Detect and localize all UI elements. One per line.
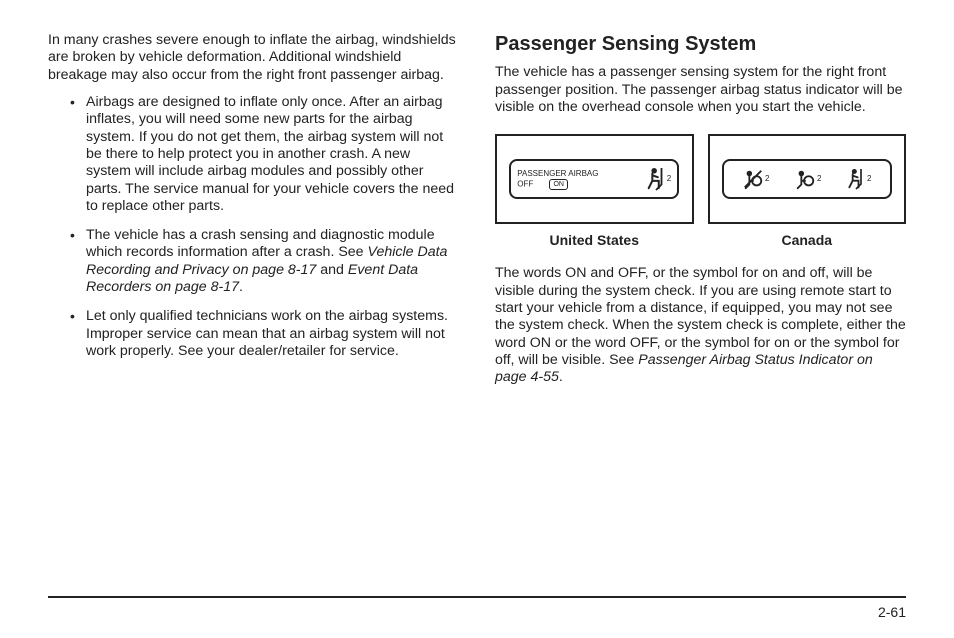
ca-sub-1: 2: [765, 174, 769, 184]
bullet-item-1: Airbags are designed to inflate only onc…: [70, 94, 459, 215]
seated-person-icon: [645, 166, 667, 192]
diagram-ca: 2 2: [708, 134, 907, 224]
ca-symbol-seat: 2: [846, 167, 871, 191]
indicator-panel-ca: 2 2: [722, 159, 892, 199]
page-number: 2-61: [878, 604, 906, 620]
intro-paragraph: In many crashes severe enough to inflate…: [48, 32, 459, 84]
bullet-list: Airbags are designed to inflate only onc…: [48, 94, 459, 360]
indicator-panel-us: PASSENGER AIRBAG OFF ON 2: [509, 159, 679, 199]
panel-us-text: PASSENGER AIRBAG OFF ON: [517, 169, 639, 190]
diagram-captions: United States Canada: [495, 232, 906, 249]
section-intro: The vehicle has a passenger sensing syst…: [495, 64, 906, 116]
bullet-item-3: Let only qualified technicians work on t…: [70, 308, 459, 360]
bullet-mid: and: [316, 262, 348, 278]
bullet-text: Let only qualified technicians work on t…: [86, 308, 448, 359]
ca-symbol-off: 2: [742, 168, 769, 190]
ca-symbol-on: 2: [794, 168, 821, 190]
bullet-item-2: The vehicle has a crash sensing and diag…: [70, 227, 459, 296]
caption-us: United States: [495, 232, 694, 249]
airbag-off-icon: [742, 168, 764, 190]
panel-us-sub: 2: [667, 174, 671, 184]
seated-person-icon: [846, 167, 866, 191]
panel-us-line1: PASSENGER AIRBAG: [517, 169, 639, 179]
panel-us-line2: OFF ON: [517, 179, 639, 190]
airbag-on-icon: [794, 168, 816, 190]
panel-us-off: OFF: [517, 180, 533, 189]
body-suffix: .: [559, 369, 563, 385]
right-column: Passenger Sensing System The vehicle has…: [495, 32, 906, 387]
section-heading: Passenger Sensing System: [495, 32, 906, 56]
section-body: The words ON and OFF, or the symbol for …: [495, 265, 906, 386]
left-column: In many crashes severe enough to inflate…: [48, 32, 459, 387]
indicator-diagrams: PASSENGER AIRBAG OFF ON 2: [495, 134, 906, 224]
diagram-us: PASSENGER AIRBAG OFF ON 2: [495, 134, 694, 224]
ca-sub-2: 2: [817, 174, 821, 184]
manual-page: In many crashes severe enough to inflate…: [0, 0, 954, 638]
caption-ca: Canada: [708, 232, 907, 249]
two-column-layout: In many crashes severe enough to inflate…: [48, 32, 906, 387]
bullet-text: Airbags are designed to inflate only onc…: [86, 94, 454, 214]
panel-us-on-box: ON: [549, 179, 568, 190]
footer-rule: [48, 596, 906, 598]
bullet-suffix: .: [239, 279, 243, 295]
ca-sub-3: 2: [867, 174, 871, 184]
